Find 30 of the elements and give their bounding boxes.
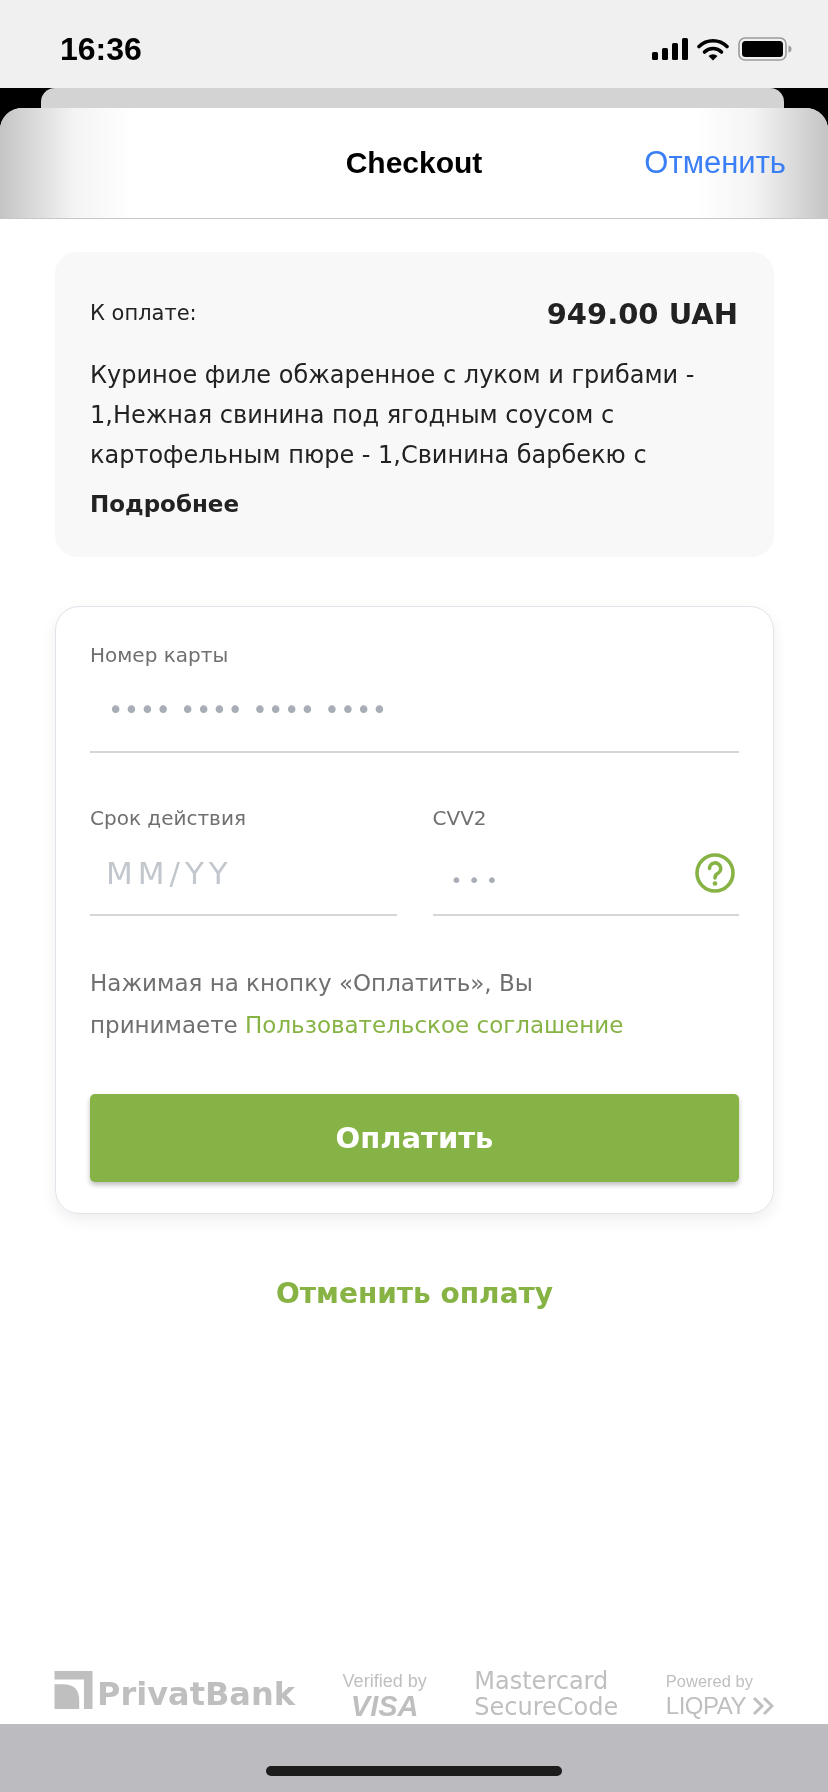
visa-wordmark: VISA — [350, 1692, 419, 1720]
battery-icon — [738, 37, 792, 61]
expiry-field[interactable]: MM/YY — [90, 832, 397, 914]
field-label: Номер карты — [90, 642, 230, 669]
help-icon[interactable] — [695, 853, 735, 893]
card-number-field[interactable]: •••• •••• •••• •••• — [90, 669, 739, 751]
wifi-icon — [697, 37, 729, 61]
verified-by-caption: Verified by — [342, 1670, 427, 1692]
terms-text: Нажимая на кнопку «Оплатить», Вы принимаете Пользовательское соглашение — [90, 969, 625, 1040]
order-description: Куриное филе обжаренное с луком и грибами - 1,Нежная свинина под ягодным соусом с картофельным пюре - 1,Свинина барбекю с — [90, 360, 696, 471]
amount-label: К оплате: — [90, 300, 197, 327]
signal-icon — [652, 38, 688, 60]
cancel-button[interactable]: Отменить — [644, 145, 786, 181]
double-chevron-icon — [752, 1696, 774, 1716]
user-agreement-link[interactable]: Пользовательское соглашение — [245, 1012, 624, 1038]
bank-logo-text: PrivatBank — [97, 1679, 295, 1709]
powered-by-caption: Powered by — [665, 1671, 753, 1692]
pay-button[interactable]: Оплатить — [90, 1094, 739, 1182]
sheet-title: Checkout — [345, 146, 483, 180]
more-details-link[interactable]: Подробнее — [90, 487, 240, 521]
cvv-field[interactable]: ••• — [432, 832, 695, 914]
mastercard-wordmark: Mastercard — [474, 1668, 610, 1694]
bank-logo-icon — [54, 1671, 93, 1709]
securecode-wordmark: SecureCode — [474, 1694, 619, 1720]
status-time: 16:36 — [60, 30, 142, 68]
field-label: CVV2 — [432, 805, 488, 832]
cancel-payment-link[interactable]: Отменить оплату — [276, 1274, 553, 1314]
amount-value: 949.00 UAH — [546, 296, 738, 333]
liqpay-wordmark: LIQPAY — [665, 1692, 746, 1720]
field-label: Срок действия — [90, 805, 247, 832]
